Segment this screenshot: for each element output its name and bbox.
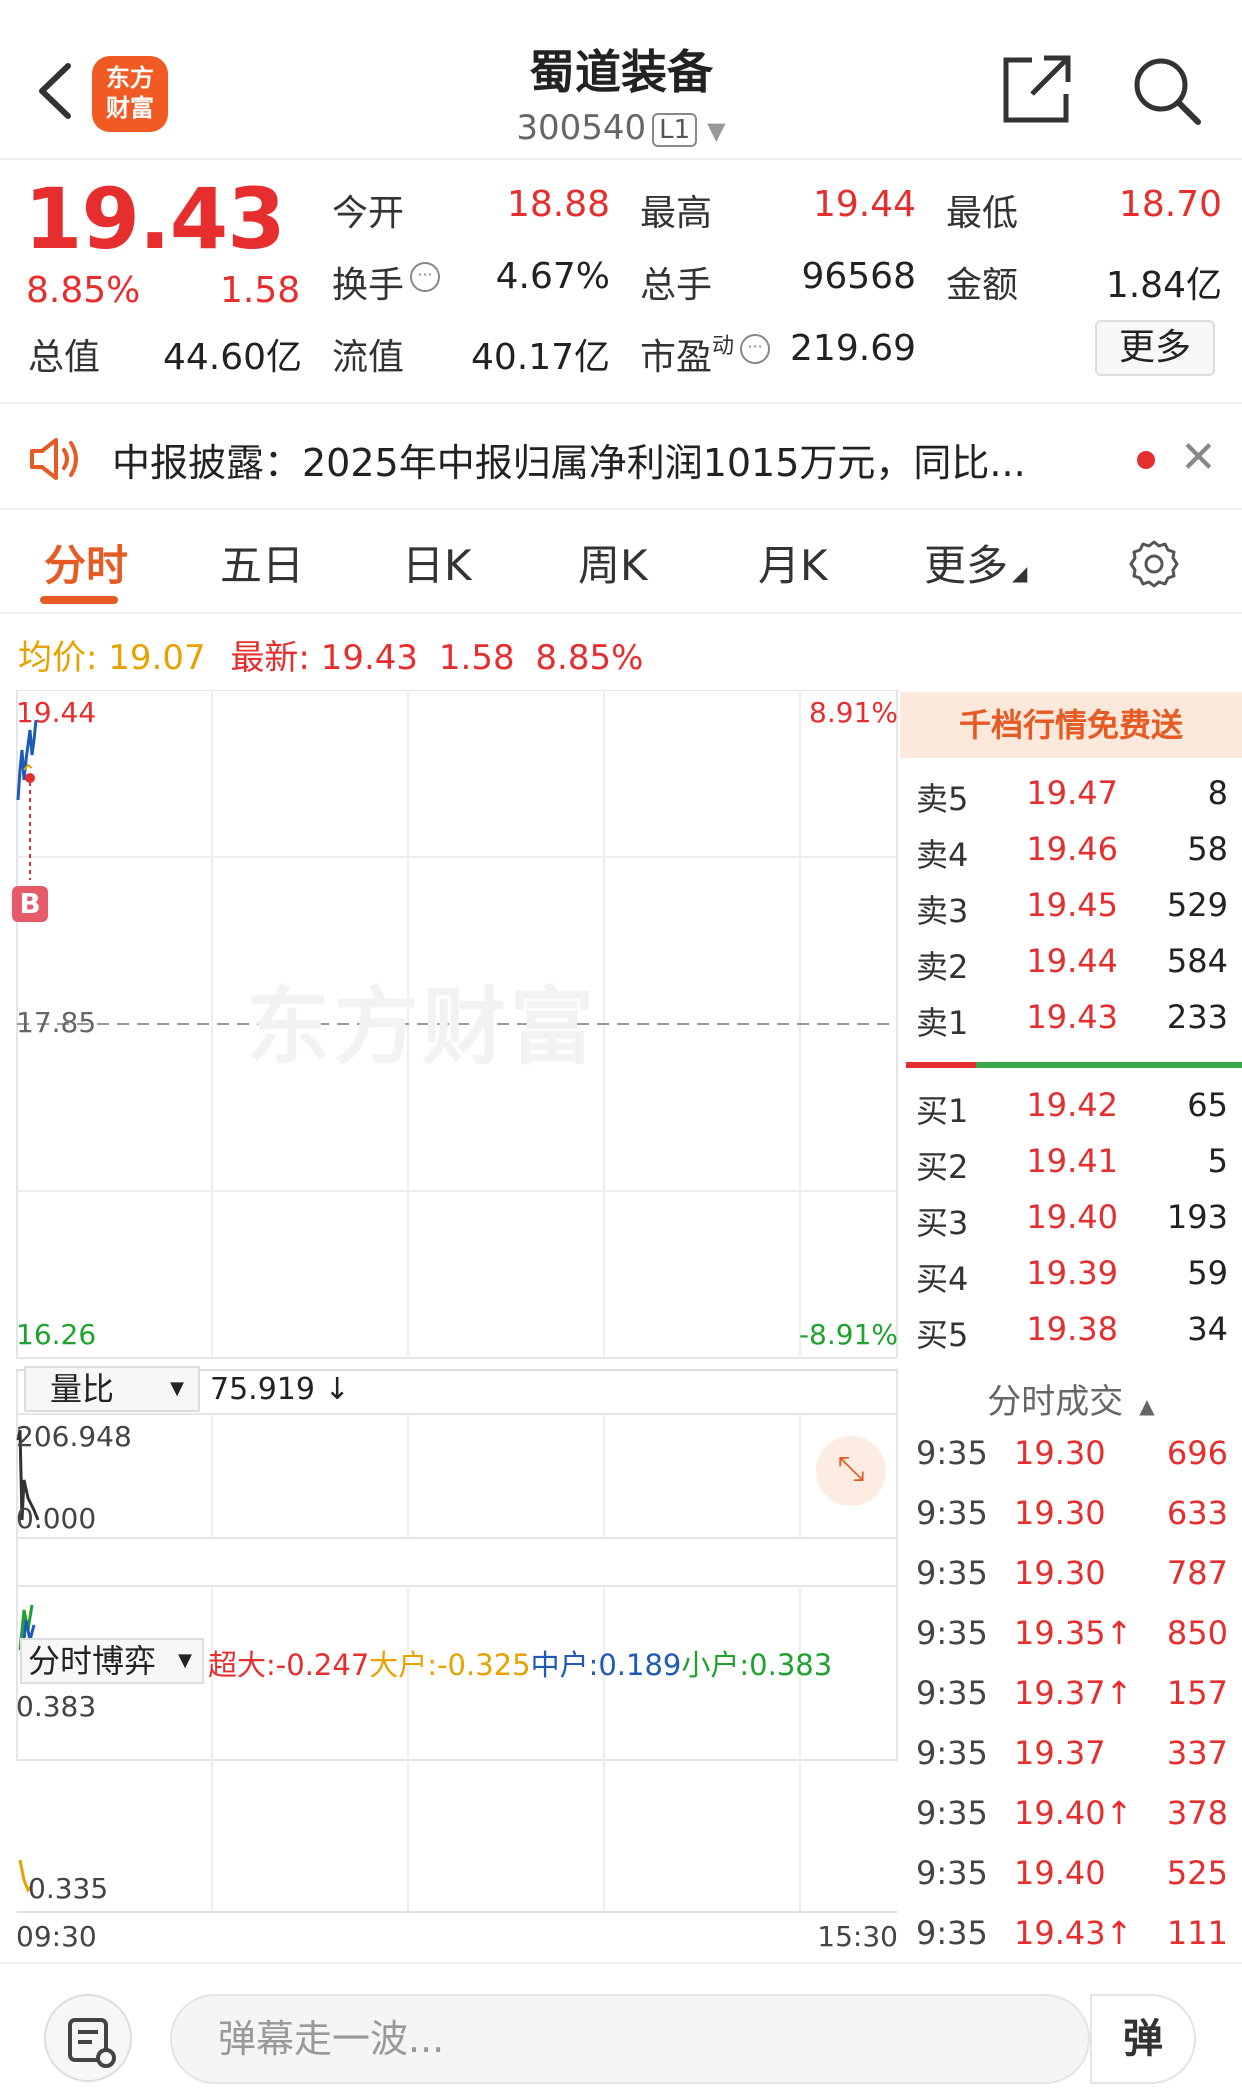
- volume-axis-bottom: 0.000: [16, 1502, 97, 1535]
- volume-value: 96568: [801, 256, 916, 297]
- current-price: 19.43: [24, 170, 286, 268]
- change-percent: 8.85%: [26, 270, 141, 311]
- game-axis-top: 0.383: [16, 1690, 97, 1723]
- trade-row: 9:35 19.30 787: [916, 1554, 1228, 1592]
- float-cap-label: 流值: [332, 337, 405, 378]
- trade-row: 9:35 19.43↑ 111: [916, 1914, 1228, 1952]
- tab-intraday[interactable]: 分时: [44, 532, 128, 593]
- top-nav-bar: 东方 财富 蜀道装备 300540 L1 ▼: [0, 0, 1242, 160]
- ask-row: 卖5 19.47 8: [916, 774, 1228, 818]
- game-axis-bottom: 0.335: [28, 1872, 109, 1905]
- buy-marker-badge[interactable]: B: [12, 886, 48, 922]
- turnover-value: 4.67%: [495, 256, 610, 297]
- announcement-text: 中报披露：2025年中报归属净利润1015万元，同比...: [112, 441, 1026, 485]
- trade-row: 9:35 19.35↑ 850: [916, 1614, 1228, 1652]
- danmu-toggle-button[interactable]: 弹: [1090, 1994, 1196, 2084]
- intraday-chart-area[interactable]: 东方财富 19.44 8.91% 17.85 16.26 -8.91% B 量比…: [12, 690, 898, 1960]
- open-label: 今开: [332, 193, 405, 234]
- note-button[interactable]: [44, 1994, 132, 2082]
- latest-value: 19.43: [320, 638, 419, 678]
- unread-dot: [1137, 451, 1155, 469]
- time-axis-end: 15:30: [817, 1920, 898, 1953]
- bid-row: 买4 19.39 59: [916, 1254, 1228, 1298]
- high-value: 19.44: [812, 184, 916, 225]
- tab-daily-k[interactable]: 日K: [402, 532, 472, 593]
- bid-row: 买3 19.40 193: [916, 1198, 1228, 1242]
- open-value: 18.88: [506, 184, 610, 225]
- more-quote-button[interactable]: 更多: [1095, 320, 1215, 376]
- promo-banner[interactable]: 千档行情免费送: [900, 692, 1242, 758]
- trade-row: 9:35 19.40 525: [916, 1854, 1228, 1892]
- change-amount: 1.58: [220, 270, 301, 311]
- ask-row: 卖3 19.45 529: [916, 886, 1228, 930]
- tab-more[interactable]: 更多 ◢: [924, 532, 1027, 593]
- trade-row: 9:35 19.30 633: [916, 1494, 1228, 1532]
- chart-period-tabs: 分时 五日 日K 周K 月K 更多 ◢: [0, 510, 1242, 614]
- chart-grid: [16, 690, 898, 1913]
- note-settings-icon: [68, 2018, 116, 2068]
- more-info-icon[interactable]: ···: [740, 334, 771, 364]
- speaker-icon: [30, 438, 78, 480]
- trade-row: 9:35 19.37 337: [916, 1734, 1228, 1772]
- volume-label: 总手: [640, 265, 713, 306]
- price-axis-top: 19.44: [16, 696, 97, 729]
- market-cap-value: 44.60亿: [162, 337, 302, 378]
- price-axis-mid: 17.85: [16, 1006, 97, 1039]
- turnover-label: 换手 ···: [332, 256, 441, 308]
- announcement-bar[interactable]: 中报披露：2025年中报归属净利润1015万元，同比... ✕: [0, 404, 1242, 508]
- watermark: 东方财富: [246, 978, 599, 1076]
- bottom-bar: 弹幕走一波... 弹: [0, 1962, 1242, 2099]
- high-label: 最高: [640, 193, 713, 234]
- indicator-selector-volume[interactable]: 量比 ▼: [24, 1366, 200, 1412]
- pct-axis-top: 8.91%: [809, 696, 898, 729]
- latest-change: 1.58: [438, 638, 515, 678]
- expand-icon[interactable]: ⤡: [816, 1436, 886, 1506]
- level-badge: L1: [652, 112, 698, 147]
- caret-down-icon: ▼: [707, 117, 726, 145]
- search-icon[interactable]: [1128, 52, 1204, 128]
- low-label: 最低: [946, 193, 1019, 234]
- avg-price-value: 19.07: [108, 638, 206, 678]
- ask-row: 卖2 19.44 584: [916, 942, 1228, 986]
- trade-row: 9:35 19.30 696: [916, 1434, 1228, 1472]
- avg-price-label: 均价:: [18, 638, 98, 678]
- volume-axis-top: 206.948: [16, 1420, 132, 1453]
- bid-row: 买2 19.41 5: [916, 1142, 1228, 1186]
- latest-label: 最新:: [230, 638, 310, 678]
- ask-row: 卖1 19.43 233: [916, 998, 1228, 1042]
- bid-ask-ratio-bar: [906, 1062, 1242, 1068]
- more-info-icon[interactable]: ···: [410, 262, 441, 292]
- amount-value: 1.84亿: [1105, 265, 1222, 306]
- bid-row: 买1 19.42 65: [916, 1086, 1228, 1130]
- ask-row: 卖4 19.46 58: [916, 830, 1228, 874]
- pe-label: 市盈动 ···: [640, 328, 771, 380]
- time-axis-start: 09:30: [16, 1920, 97, 1953]
- pct-axis-bottom: -8.91%: [798, 1318, 898, 1351]
- intraday-info: 均价: 19.07 最新: 19.43 1.58 8.85%: [18, 630, 643, 679]
- indicator-selector-game[interactable]: 分时博弈 ▼: [20, 1638, 204, 1684]
- market-cap-label: 总值: [28, 337, 101, 378]
- float-cap-value: 40.17亿: [470, 337, 610, 378]
- gear-icon[interactable]: [1128, 538, 1180, 590]
- trade-row: 9:35 19.40↑ 378: [916, 1794, 1228, 1832]
- low-value: 18.70: [1118, 184, 1222, 225]
- game-legend: 超大:-0.247大户:-0.325中户:0.189小户:0.383: [208, 1648, 833, 1682]
- stock-code: 300540: [516, 108, 647, 148]
- pe-value: 219.69: [790, 328, 916, 369]
- tab-monthly-k[interactable]: 月K: [758, 532, 828, 593]
- trades-title[interactable]: 分时成交 ▲: [900, 1374, 1242, 1423]
- tab-five-day[interactable]: 五日: [220, 532, 304, 593]
- tab-weekly-k[interactable]: 周K: [578, 532, 648, 593]
- latest-pct: 8.85%: [535, 638, 644, 678]
- price-axis-bottom: 16.26: [16, 1318, 97, 1351]
- bid-row: 买5 19.38 34: [916, 1310, 1228, 1354]
- close-icon[interactable]: ✕: [1180, 432, 1217, 483]
- share-icon[interactable]: [998, 52, 1074, 128]
- trade-row: 9:35 19.37↑ 157: [916, 1674, 1228, 1712]
- volume-ratio-current: 75.919 ↓: [210, 1372, 350, 1407]
- amount-label: 金额: [946, 265, 1019, 306]
- active-tab-indicator: [40, 596, 118, 604]
- danmu-input[interactable]: 弹幕走一波...: [170, 1994, 1090, 2084]
